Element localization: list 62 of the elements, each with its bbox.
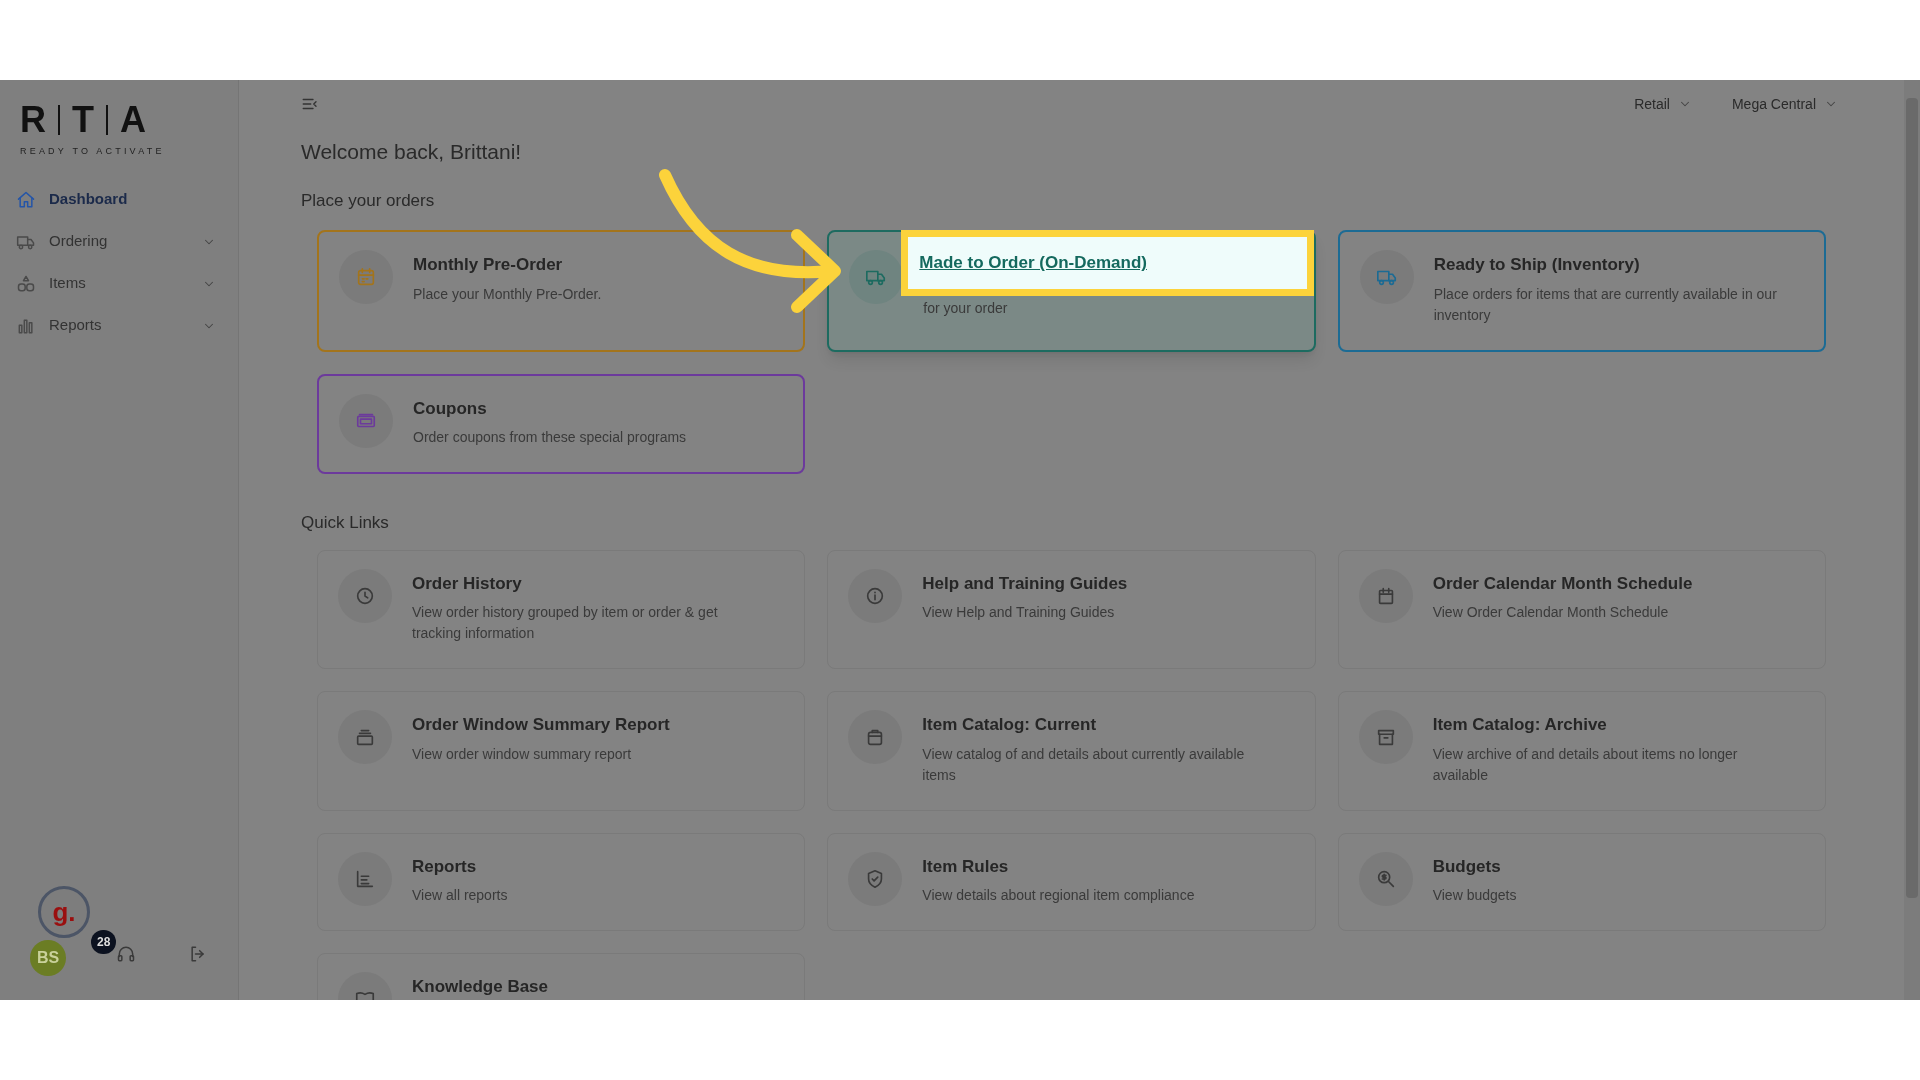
card-title: Coupons [413,397,488,420]
home-icon [16,189,36,210]
card-title: Order History [412,572,523,595]
logo-tagline: READY TO ACTIVATE [20,145,166,158]
card-title: Budgets [1432,855,1502,878]
dropdown-selector[interactable]: Mega Central [1731,93,1838,115]
card-description: View details about regional item compliance [922,886,1196,905]
card-title: Item Rules [922,855,1010,878]
chat-widget-button[interactable]: g. [38,886,90,938]
card-description: Place your Monthly Pre-Order. [413,284,603,304]
card-description: View catalog of and details about currently available items [922,744,1246,785]
welcome-heading: Welcome back, Brittani! [301,139,523,165]
card-description: View budgets [1432,886,1518,905]
card-title: Item Catalog: Current [922,714,1098,736]
quick-link-card[interactable]: Order Calendar Month Schedule View Order Calendar Month Schedule [1337,549,1826,669]
dropdown-selector[interactable]: Retail [1634,93,1692,115]
headset-icon[interactable] [116,944,136,964]
order-type-card[interactable]: Coupons Order coupons from these special programs [317,373,806,474]
card-description: Place orders for items that are currently available in our inventory [1433,284,1778,325]
card-description: View all reports [412,886,509,905]
quick-link-card[interactable]: Help and Training Guides View Help and Training Guides [827,549,1316,669]
order-type-card[interactable]: Monthly Pre-Order Place your Monthly Pre-Order. [317,230,806,352]
card-description: View order history grouped by item or order & get tracking information [412,603,719,643]
user-avatar[interactable]: BS [30,940,66,976]
card-title: Ready to Ship (Inventory) [1433,254,1641,276]
section-heading: Quick Links [301,512,390,534]
logo-letter: R [20,102,46,138]
card-description: for your order [923,299,1009,318]
quick-link-card[interactable]: Reports View all reports [317,832,806,931]
card-description: View Order Calendar Month Schedule [1432,603,1670,622]
logo-letter: T [72,102,94,138]
quick-link-card[interactable]: Item Rules View details about regional item compliance [827,832,1316,931]
card-title: Knowledge Base [412,976,550,998]
card-description: Order coupons from these special programs [413,428,688,447]
shapes-icon [16,273,36,294]
section-heading: Place your orders [301,189,436,212]
quick-link-card[interactable]: Item Catalog: Current View catalog of and details about currently available items [827,691,1316,811]
highlighted-link[interactable]: Made to Order (On-Demand) [901,230,1314,296]
card-title: Monthly Pre-Order [413,254,564,276]
sidebar-item[interactable]: Items [0,262,238,305]
card-title: Reports [412,855,478,878]
card-title: Help and Training Guides [922,572,1129,595]
card-title: Order Window Summary Report [412,714,671,736]
order-type-card[interactable]: Made to Order (On-Demand) for your order [827,230,1316,352]
sidebar-item[interactable]: Ordering [0,220,238,263]
quick-link-card[interactable]: Budgets View budgets [1337,832,1826,931]
quick-link-card[interactable]: Knowledge Base [317,953,806,1000]
notification-badge: 28 [91,930,117,954]
order-type-card[interactable]: Ready to Ship (Inventory) Place orders for items that are currently available in our inventory [1337,230,1826,352]
sidebar-item[interactable]: Reports [0,304,238,347]
card-description: View Help and Training Guides [922,603,1116,622]
scrollbar[interactable] [1904,80,1920,1000]
calendar-icon [355,266,377,288]
quick-link-card[interactable]: Order History View order history grouped by item or order & get tracking information [317,549,806,669]
card-description: View archive of and details about items no longer available [1432,744,1739,785]
logo-letter: A [120,102,146,138]
card-title: Item Catalog: Archive [1432,714,1608,736]
card-description: View order window summary report [412,744,633,764]
card-title: Order Calendar Month Schedule [1432,572,1694,595]
quick-link-card[interactable]: Item Catalog: Archive View archive of and details about items no longer available [1337,691,1826,811]
sidebar-item[interactable]: Dashboard [0,178,238,221]
quick-link-card[interactable]: Order Window Summary Report View order window summary report [317,691,806,811]
